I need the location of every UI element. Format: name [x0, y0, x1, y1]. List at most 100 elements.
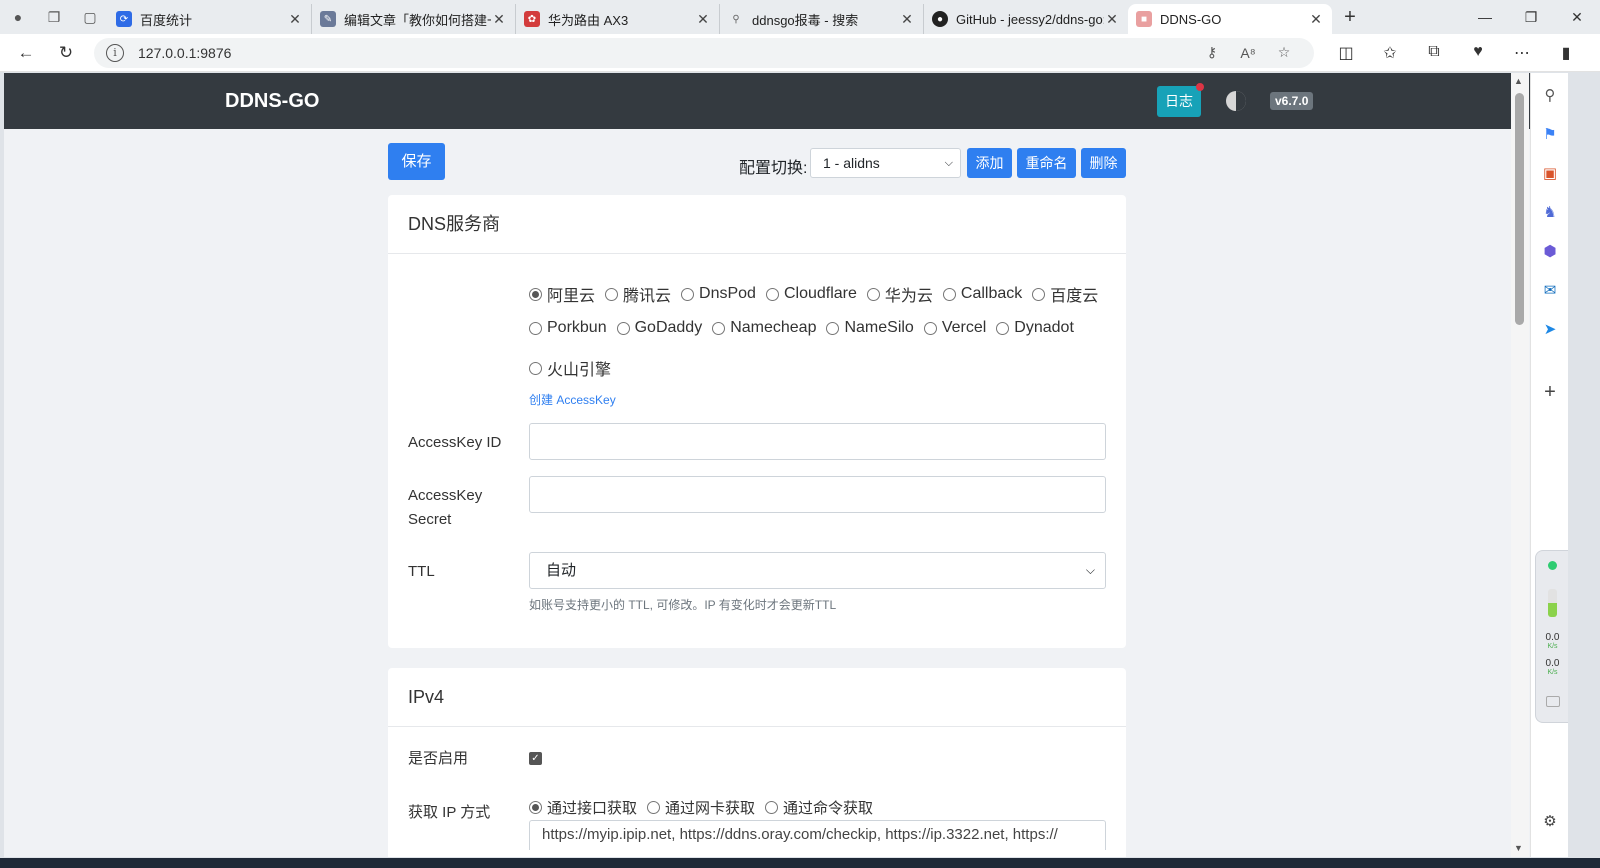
close-tab-icon[interactable]: ✕	[899, 11, 915, 28]
radio-button[interactable]	[942, 287, 956, 301]
provider-option[interactable]: NameSilo	[826, 319, 914, 337]
profile-icon[interactable]: ●	[0, 0, 36, 34]
provider-option[interactable]: 华为云	[866, 282, 933, 306]
games-icon[interactable]: ♞	[1538, 200, 1562, 224]
provider-option[interactable]: Cloudflare	[765, 282, 857, 306]
close-tab-icon[interactable]: ✕	[1308, 11, 1324, 28]
ip-urls-input[interactable]: https://myip.ipip.net, https://ddns.oray…	[529, 820, 1106, 850]
browser-tab[interactable]: ⟳ 百度统计 ✕	[108, 4, 312, 34]
radio-button[interactable]	[923, 321, 937, 335]
address-bar[interactable]: i 127.0.0.1:9876 ⚷ A⁸ ☆	[94, 37, 1314, 68]
restore-icon[interactable]: ❐	[1508, 9, 1554, 26]
provider-option[interactable]: GoDaddy	[616, 319, 702, 337]
add-config-button[interactable]: 添加	[967, 148, 1012, 178]
scroll-down-icon[interactable]: ▼	[1514, 843, 1523, 853]
browser-tab[interactable]: ✎ 编辑文章「教你如何搭建一 ✕	[312, 4, 516, 34]
refresh-icon[interactable]: ↻	[46, 34, 86, 72]
provider-option[interactable]: Callback	[942, 282, 1022, 306]
page-scrollbar[interactable]: ▲ ▼	[1511, 73, 1529, 857]
sidebar-toggle-icon[interactable]: ▮	[1544, 43, 1588, 63]
radio-button[interactable]	[529, 287, 542, 301]
workspaces-icon[interactable]: ❐	[36, 0, 72, 34]
ip-method-option[interactable]: 通过接口获取	[529, 797, 637, 818]
copilot-icon[interactable]: ⬢	[1538, 239, 1562, 263]
radio-button[interactable]	[1032, 287, 1046, 301]
provider-option[interactable]: 百度云	[1032, 282, 1098, 306]
scrollbar-thumb[interactable]	[1515, 93, 1524, 325]
minimize-icon[interactable]: —	[1462, 9, 1508, 26]
provider-option[interactable]: 阿里云	[529, 282, 595, 306]
site-info-icon[interactable]: i	[106, 43, 124, 62]
radio-button[interactable]	[712, 321, 726, 335]
tab-title: 编辑文章「教你如何搭建一	[344, 12, 491, 28]
config-select[interactable]: 1 - alidns ⌵	[810, 148, 961, 178]
card-body: 是否启用 ✓ 获取 IP 方式 通过接口获取 通过网卡获取 通过命令获取 htt…	[388, 727, 1126, 857]
new-tab-button[interactable]: +	[1332, 6, 1368, 29]
provider-option[interactable]: 腾讯云	[605, 282, 671, 306]
browser-tab-active[interactable]: ■ DDNS-GO ✕	[1128, 4, 1332, 34]
save-button[interactable]: 保存	[388, 143, 445, 180]
delete-config-button[interactable]: 删除	[1081, 148, 1126, 178]
back-icon[interactable]: ←	[6, 34, 46, 72]
favorites-icon[interactable]: ✩	[1368, 43, 1412, 63]
favorite-star-icon[interactable]: ☆	[1266, 44, 1302, 61]
scroll-up-icon[interactable]: ▲	[1514, 76, 1523, 86]
radio-button[interactable]	[647, 801, 661, 814]
provider-option[interactable]: Namecheap	[712, 319, 816, 337]
browser-tab[interactable]: ✿ 华为路由 AX3 ✕	[516, 4, 720, 34]
radio-button[interactable]	[765, 801, 779, 814]
radio-button[interactable]	[529, 321, 542, 335]
provider-option[interactable]: Dynadot	[996, 319, 1074, 337]
create-accesskey-link[interactable]: 创建 AccessKey	[529, 391, 616, 408]
radio-button[interactable]	[605, 287, 619, 301]
more-menu-icon[interactable]: ⋯	[1500, 43, 1544, 63]
send-icon[interactable]: ➤	[1538, 317, 1562, 341]
ttl-select[interactable]: 自动 ⌵	[529, 552, 1106, 589]
close-tab-icon[interactable]: ✕	[1104, 11, 1120, 28]
tools-icon[interactable]: ▣	[1538, 161, 1562, 185]
theme-toggle-icon[interactable]	[1226, 91, 1246, 111]
radio-button[interactable]	[996, 321, 1010, 335]
settings-gear-icon[interactable]: ⚙	[1538, 809, 1562, 833]
network-speed-widget[interactable]: 0.0 K/s 0.0 K/s	[1535, 550, 1568, 723]
screenshot-icon[interactable]	[1546, 696, 1560, 707]
close-tab-icon[interactable]: ✕	[287, 11, 303, 28]
outlook-icon[interactable]: ✉	[1538, 278, 1562, 302]
accesskey-secret-input[interactable]	[529, 476, 1106, 513]
radio-button[interactable]	[826, 321, 840, 335]
tab-actions-icon[interactable]: ▢	[72, 0, 108, 34]
browser-tab[interactable]: ● GitHub - jeessy2/ddns-go: S ✕	[924, 4, 1128, 34]
key-icon[interactable]: ⚷	[1194, 44, 1230, 61]
log-button[interactable]: 日志	[1157, 83, 1204, 117]
rename-config-button[interactable]: 重命名	[1017, 148, 1076, 178]
provider-option[interactable]: 火山引擎	[529, 356, 611, 380]
close-tab-icon[interactable]: ✕	[491, 11, 507, 28]
tab-favicon-icon: ✿	[524, 11, 540, 27]
radio-button[interactable]	[529, 801, 542, 814]
edge-sidebar: ⚲ ⚑ ▣ ♞ ⬢ ✉ ➤ + ⚙	[1530, 73, 1568, 857]
browser-tab[interactable]: ⚲ ddnsgo报毒 - 搜索 ✕	[720, 4, 924, 34]
close-tab-icon[interactable]: ✕	[695, 11, 711, 28]
ip-method-option[interactable]: 通过命令获取	[765, 797, 873, 818]
radio-button[interactable]	[681, 287, 695, 301]
enable-checkbox[interactable]: ✓	[529, 752, 542, 765]
provider-option[interactable]: Vercel	[923, 319, 986, 337]
radio-button[interactable]	[616, 321, 630, 335]
provider-option[interactable]: Porkbun	[529, 319, 607, 337]
provider-option[interactable]: DnsPod	[681, 282, 756, 306]
radio-button[interactable]	[529, 361, 542, 375]
close-window-icon[interactable]: ✕	[1554, 9, 1600, 26]
shopping-tag-icon[interactable]: ⚑	[1538, 122, 1562, 146]
split-screen-icon[interactable]: ◫	[1324, 43, 1368, 63]
accesskey-id-input[interactable]	[529, 423, 1106, 460]
collections-icon[interactable]: ⧉	[1412, 43, 1456, 63]
brand-title[interactable]: DDNS-GO	[225, 90, 319, 113]
read-aloud-icon[interactable]: A⁸	[1230, 45, 1266, 61]
radio-button[interactable]	[765, 287, 779, 301]
extensions-icon[interactable]: ♥	[1456, 43, 1500, 63]
add-sidebar-app-icon[interactable]: +	[1538, 380, 1562, 404]
search-icon[interactable]: ⚲	[1538, 83, 1562, 107]
version-badge[interactable]: v6.7.0	[1270, 92, 1314, 110]
ip-method-option[interactable]: 通过网卡获取	[647, 797, 755, 818]
radio-button[interactable]	[866, 287, 880, 301]
